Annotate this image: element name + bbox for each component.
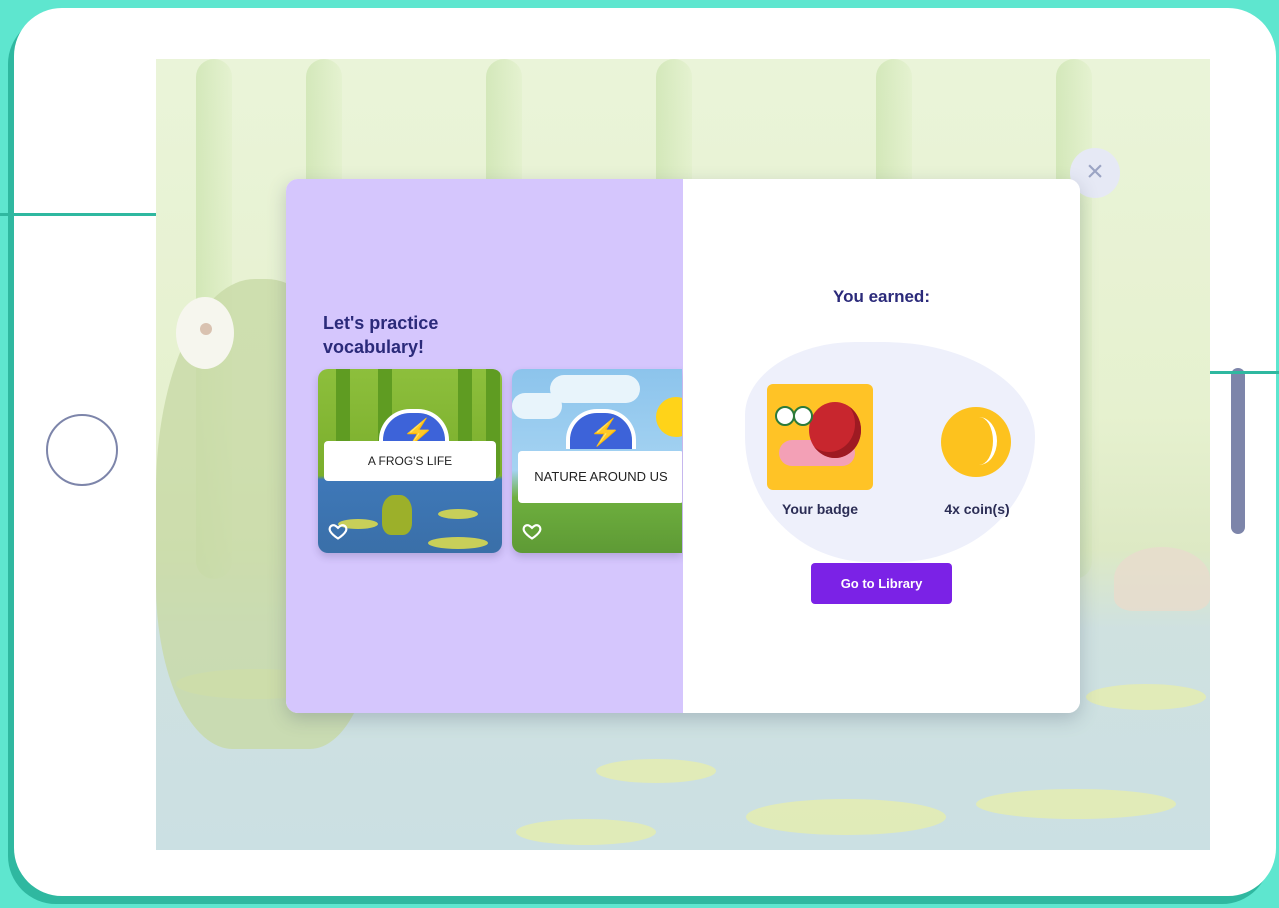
coin-count: 4x coin(s) — [944, 501, 1010, 517]
heart-icon[interactable] — [328, 521, 348, 541]
coin-icon — [941, 407, 1011, 477]
heart-icon[interactable] — [522, 521, 542, 541]
badge-label: Your badge — [782, 501, 858, 517]
go-to-library-button[interactable]: Go to Library — [811, 563, 952, 604]
lightning-badge-icon: ⚡ — [566, 409, 636, 449]
book-title: NATURE AROUND US — [518, 451, 682, 503]
book-card-nature-around-us[interactable]: ⚡ NATURE AROUND US — [512, 369, 682, 553]
reward-modal: Let's practice vocabulary! ⚡ A FROG'S LI… — [286, 179, 1080, 713]
snail-illustration — [1114, 547, 1210, 611]
side-handle — [1231, 368, 1245, 534]
snail-badge-icon — [767, 384, 873, 490]
home-button[interactable] — [46, 414, 118, 486]
book-title: A FROG'S LIFE — [324, 441, 496, 481]
earned-title: You earned: — [833, 287, 930, 306]
practice-panel: Let's practice vocabulary! ⚡ A FROG'S LI… — [286, 179, 683, 713]
frog-icon — [382, 495, 412, 535]
sun-icon — [656, 397, 682, 437]
book-card-frogs-life[interactable]: ⚡ A FROG'S LIFE — [318, 369, 502, 553]
reward-panel: You earned: Your badge 4x coin(s) Go to … — [683, 179, 1080, 713]
frog-eye — [176, 297, 234, 369]
practice-title: Let's practice vocabulary! — [323, 313, 439, 357]
